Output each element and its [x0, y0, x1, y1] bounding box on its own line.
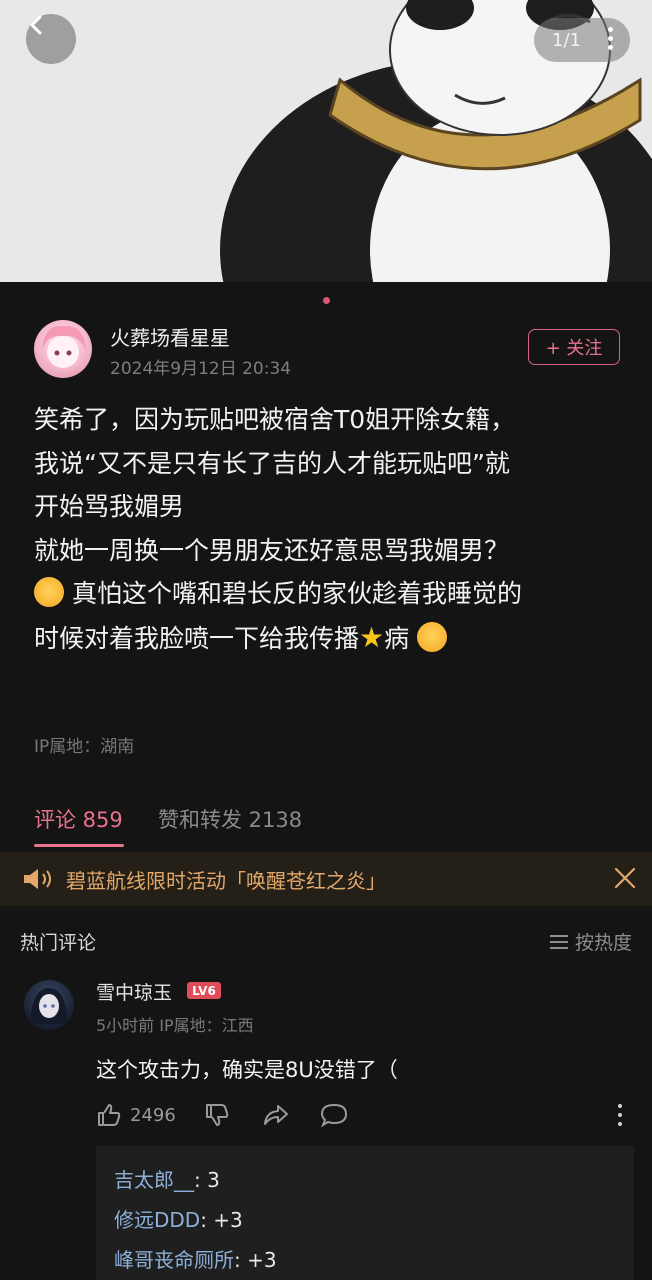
share-button[interactable] — [262, 1102, 290, 1128]
reply-author[interactable]: 峰哥丧命厕所 — [114, 1248, 234, 1272]
back-button[interactable] — [26, 14, 76, 64]
comments-header: 热门评论 按热度 — [20, 928, 634, 956]
commenter-name[interactable]: 雪中琼玉 — [96, 978, 172, 1005]
avatar-illustration — [30, 988, 68, 1024]
reply-author[interactable]: 吉太郎__ — [114, 1168, 194, 1192]
reply-text: : +3 — [234, 1248, 277, 1272]
post-content: 笑希了，因为玩贴吧被宿舍T0姐开除女籍， 我说“又不是只有长了吉的人才能玩贴吧”… — [34, 398, 634, 660]
comment-bubble-icon — [320, 1103, 348, 1128]
post-line: 时候对着我脸喷一下给我传播★病 — [34, 616, 634, 661]
comment-meta: 5小时前 IP属地：江西 — [96, 1012, 254, 1036]
thumbs-down-icon — [206, 1104, 229, 1126]
carousel-dot — [323, 297, 330, 304]
sort-label: 按热度 — [574, 932, 632, 954]
reply-button[interactable] — [320, 1102, 348, 1128]
comments-section-title: 热门评论 — [20, 932, 97, 954]
comment-time: 5小时前 — [96, 1016, 155, 1035]
chevron-left-icon — [30, 15, 42, 35]
comment-text[interactable]: 这个攻击力，确实是8U没错了（ — [96, 1054, 398, 1084]
image-pager[interactable]: 1/1 — [534, 18, 630, 62]
comment-ip: IP属地：江西 — [159, 1016, 254, 1035]
like-count: 2496 — [130, 1104, 176, 1126]
reply-item[interactable]: 峰哥丧命厕所: +3 — [114, 1240, 616, 1280]
vertical-dots-icon[interactable] — [618, 1104, 624, 1131]
commenter-avatar[interactable] — [24, 980, 74, 1030]
post-line-text: 时候对着我脸喷一下给我传播 — [34, 623, 360, 653]
reply-author[interactable]: 修远DDD — [114, 1208, 200, 1232]
reply-preview[interactable]: 吉太郎__: 3 修远DDD: +3 峰哥丧命厕所: +3 — [96, 1146, 634, 1280]
reply-text: : +3 — [200, 1208, 243, 1232]
author-avatar[interactable] — [34, 320, 92, 378]
reply-text: : 3 — [194, 1168, 220, 1192]
dislike-button[interactable] — [204, 1102, 230, 1128]
post-line: 我说“又不是只有长了吉的人才能玩贴吧”就 — [34, 448, 510, 478]
share-icon — [264, 1105, 288, 1125]
post-line: 就她一周换一个男朋友还好意思骂我媚男？ — [34, 535, 510, 565]
star-emoji-icon: ★ — [359, 620, 385, 654]
post-line-text: 病 — [384, 623, 410, 653]
like-button[interactable]: 2496 — [96, 1102, 176, 1128]
reply-item[interactable]: 修远DDD: +3 — [114, 1200, 616, 1240]
pager-text: 1/1 — [552, 29, 581, 51]
post-timestamp: 2024年9月12日 20:34 — [110, 359, 292, 379]
post-detail-page: 1/1 火葬场看星星 2024年9月12日 20:34 + 关注 笑希了，因为玩… — [0, 0, 652, 1280]
banner-text: 碧蓝航线限时活动「唤醒苍红之炎」 — [66, 869, 386, 893]
sort-button[interactable]: 按热度 — [549, 928, 632, 955]
post-ip-location: IP属地：湖南 — [34, 737, 135, 757]
vertical-dots-icon[interactable] — [608, 27, 614, 54]
author-name[interactable]: 火葬场看星星 — [110, 322, 230, 351]
tab-comments[interactable]: 评论 859 — [34, 804, 123, 834]
post-line: 真怕这个嘴和碧长反的家伙趁着我睡觉的 — [34, 572, 634, 616]
post-line: 笑希了，因为玩贴吧被宿舍T0姐开除女籍， — [34, 405, 516, 434]
level-badge: LV6 — [187, 982, 221, 999]
thumbs-up-icon — [98, 1104, 121, 1126]
post-line: 开始骂我媚男 — [34, 492, 185, 521]
post-image[interactable]: 1/1 — [0, 0, 652, 282]
post-author: 火葬场看星星 2024年9月12日 20:34 + 关注 — [34, 320, 624, 382]
tab-active-indicator — [34, 844, 124, 847]
avatar-illustration — [42, 325, 86, 368]
list-icon — [549, 934, 568, 949]
tab-likes-forwards[interactable]: 赞和转发 2138 — [158, 804, 302, 834]
smiling-hearts-emoji-icon — [34, 577, 64, 607]
close-icon[interactable] — [614, 867, 636, 889]
dizzy-face-emoji-icon — [417, 621, 448, 652]
follow-button[interactable]: + 关注 — [528, 329, 620, 365]
promo-banner[interactable]: 碧蓝航线限时活动「唤醒苍红之炎」 — [0, 852, 652, 906]
post-line-text: 真怕这个嘴和碧长反的家伙趁着我睡觉的 — [71, 579, 522, 608]
comment-actions: 2496 — [96, 1102, 634, 1132]
reply-item[interactable]: 吉太郎__: 3 — [114, 1160, 616, 1200]
speaker-icon — [24, 869, 51, 889]
